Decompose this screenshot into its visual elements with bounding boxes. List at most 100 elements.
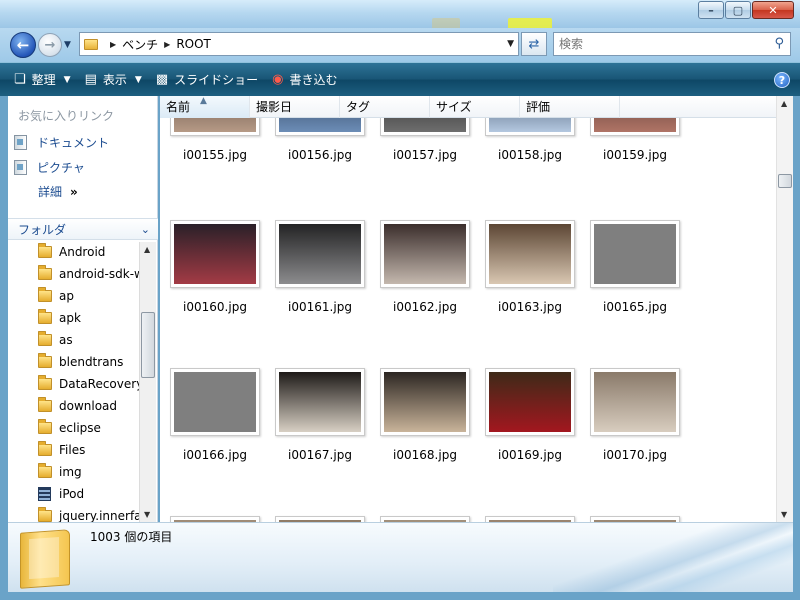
folder-icon [38, 287, 52, 302]
file-thumbnail[interactable] [590, 220, 680, 288]
scroll-up-arrow-icon[interactable]: ▲ [781, 99, 787, 108]
scrollbar-thumb[interactable] [141, 312, 155, 378]
help-icon[interactable]: ? [774, 72, 790, 88]
favorite-link-documents[interactable]: ドキュメント [14, 134, 109, 151]
sort-ascending-icon: ▲ [200, 96, 207, 106]
thumbnail-image [594, 372, 676, 432]
address-bar[interactable]: ▶ ベンチ ▶ ROOT ▼ [79, 32, 519, 56]
search-input[interactable] [559, 37, 759, 51]
column-header-label: タグ [346, 100, 371, 114]
file-thumbnail[interactable] [380, 368, 470, 436]
file-thumbnail[interactable] [275, 220, 365, 288]
folder-icon [38, 353, 52, 368]
thumbnail-image [594, 118, 676, 132]
folder-tree-item[interactable]: ap [38, 286, 74, 306]
title-bar: – ▢ ✕ [0, 0, 800, 62]
back-button[interactable]: ← [10, 32, 36, 58]
column-header-size[interactable]: サイズ [430, 96, 520, 118]
close-button[interactable]: ✕ [752, 1, 794, 19]
folder-tree-item[interactable]: apk [38, 308, 81, 328]
folder-tree-item[interactable]: android-sdk-w [38, 264, 139, 284]
forward-button[interactable]: → [38, 33, 62, 57]
file-thumbnail[interactable] [170, 220, 260, 288]
thumbnail-image [384, 372, 466, 432]
file-thumbnail[interactable] [380, 118, 470, 136]
maximize-button[interactable]: ▢ [725, 1, 751, 19]
scroll-down-arrow-icon[interactable]: ▼ [144, 510, 150, 519]
column-header-date-taken[interactable]: 撮影日 [250, 96, 340, 118]
back-arrow-icon: ← [16, 36, 30, 54]
folder-tree-item-label: DataRecovery [59, 377, 139, 391]
organize-label: 整理 [31, 73, 56, 87]
folder-tree-item-label: as [59, 333, 73, 347]
folder-tree-item-label: ap [59, 289, 74, 303]
slideshow-label: スライドショー [174, 73, 259, 87]
file-list-view: ▲ 名前 撮影日 タグ サイズ 評価 i00155.jpg i00156.jpg i… [160, 96, 776, 522]
folder-tree-scrollbar[interactable]: ▲ ▼ [139, 242, 156, 522]
column-header-name[interactable]: ▲ 名前 [160, 96, 250, 118]
file-thumbnail[interactable] [590, 118, 680, 136]
thumbnail-image [174, 372, 256, 432]
scroll-up-arrow-icon[interactable]: ▲ [144, 245, 150, 254]
scrollbar-thumb[interactable] [778, 174, 792, 188]
favorite-link-more[interactable]: 詳細 » [38, 183, 78, 200]
file-thumbnail[interactable] [170, 368, 260, 436]
breadcrumb-item[interactable]: ベンチ [122, 36, 158, 53]
folder-tree-item[interactable]: Android [38, 242, 105, 262]
column-header-rating[interactable]: 評価 [520, 96, 620, 118]
folders-header[interactable]: フォルダ ⌄ [8, 218, 158, 240]
folder-icon [38, 419, 52, 434]
decorative-aurora [553, 523, 793, 592]
folder-tree-item[interactable]: Files [38, 440, 85, 460]
thumbnail-grid: i00155.jpg i00156.jpg i00157.jpg i00158.jpg… [160, 118, 776, 522]
folder-tree-item[interactable]: iPod [38, 484, 84, 504]
refresh-button[interactable]: ⇄ [521, 32, 547, 56]
folder-tree-item-label: apk [59, 311, 81, 325]
view-button[interactable]: ▤ 表示 ▼ [85, 71, 142, 88]
view-label: 表示 [102, 73, 127, 87]
file-name-label: i00168.jpg [393, 448, 457, 462]
column-headers: ▲ 名前 撮影日 タグ サイズ 評価 [160, 96, 776, 118]
file-thumbnail[interactable] [485, 220, 575, 288]
file-name-label: i00157.jpg [393, 148, 457, 162]
burn-disc-icon: ◉ [272, 72, 284, 87]
documents-icon [14, 135, 27, 150]
folder-tree-item[interactable]: eclipse [38, 418, 101, 438]
favorite-link-pictures[interactable]: ピクチャ [14, 159, 85, 176]
slideshow-button[interactable]: ▩ スライドショー [156, 71, 258, 88]
burn-button[interactable]: ◉ 書き込む [272, 71, 337, 88]
minimize-button[interactable]: – [698, 1, 724, 19]
breadcrumb-item[interactable]: ROOT [176, 37, 211, 51]
folder-tree-item[interactable]: as [38, 330, 73, 350]
folder-icon [38, 463, 52, 478]
folder-tree-item[interactable]: blendtrans [38, 352, 123, 372]
file-thumbnail[interactable] [380, 220, 470, 288]
scroll-down-arrow-icon[interactable]: ▼ [781, 510, 787, 519]
slideshow-icon: ▩ [155, 72, 169, 87]
file-thumbnail[interactable] [485, 368, 575, 436]
file-thumbnail[interactable] [485, 118, 575, 136]
folder-tree-item[interactable]: img [38, 462, 82, 482]
recent-pages-dropdown[interactable]: ▼ [64, 40, 71, 50]
search-icon[interactable]: ⚲ [774, 36, 784, 51]
file-name-label: i00170.jpg [603, 448, 667, 462]
breadcrumb-separator-icon[interactable]: ▶ [110, 40, 116, 49]
column-header-label: 評価 [526, 100, 551, 114]
folder-tree-item-label: jquery.innerfa [59, 509, 139, 522]
folder-tree-item[interactable]: download [38, 396, 117, 416]
chevron-down-icon: ⌄ [140, 223, 150, 236]
file-list-scrollbar[interactable]: ▲ ▼ [776, 96, 793, 522]
folder-tree-item[interactable]: jquery.innerfa [38, 506, 139, 522]
file-thumbnail[interactable] [275, 368, 365, 436]
column-header-tags[interactable]: タグ [340, 96, 430, 118]
folder-tree-item[interactable]: DataRecovery [38, 374, 139, 394]
address-history-dropdown-icon[interactable]: ▼ [507, 39, 514, 49]
organize-button[interactable]: ❏ 整理 ▼ [14, 71, 71, 88]
file-thumbnail[interactable] [590, 368, 680, 436]
breadcrumb-separator-icon[interactable]: ▶ [164, 40, 170, 49]
search-box[interactable]: ⚲ [553, 32, 791, 56]
chevron-down-icon: ▼ [134, 74, 142, 85]
file-thumbnail[interactable] [170, 118, 260, 136]
file-name-label: i00159.jpg [603, 148, 667, 162]
file-thumbnail[interactable] [275, 118, 365, 136]
